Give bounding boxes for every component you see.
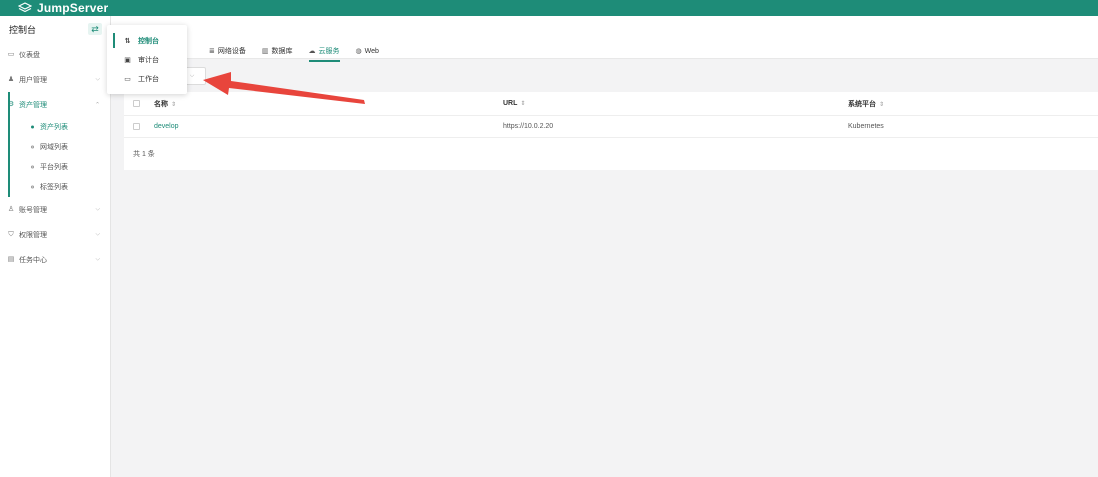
bullet-icon bbox=[31, 165, 34, 169]
submenu-item-label: 标签列表 bbox=[40, 184, 68, 191]
dropdown-item-label: 工作台 bbox=[138, 75, 159, 83]
sidebar-item-accounts[interactable]: ♙ 账号管理 ⌵ bbox=[0, 197, 110, 222]
sidebar-item-label: 资产管理 bbox=[19, 101, 47, 109]
view-switch-dropdown: ⇅ 控制台 ▣ 审计台 ▭ 工作台 bbox=[107, 25, 187, 94]
database-icon: ▥ bbox=[261, 48, 269, 55]
permission-icon: ⛉ bbox=[8, 230, 14, 238]
globe-icon: ◍ bbox=[355, 48, 362, 55]
view-switch-button[interactable]: ⇄ bbox=[88, 23, 102, 35]
sort-icon: ⇕ bbox=[879, 101, 885, 108]
column-header-label: 名称 bbox=[154, 100, 168, 108]
chevron-up-icon: ⌃ bbox=[94, 102, 100, 108]
brand-name: JumpServer bbox=[37, 1, 109, 15]
tab-network-devices[interactable]: ≣ 网络设备 bbox=[209, 42, 246, 60]
submenu-item-asset-list[interactable]: 资产列表 bbox=[0, 117, 110, 137]
tab-label: 数据库 bbox=[271, 48, 293, 55]
tab-database[interactable]: ▥ 数据库 bbox=[262, 42, 293, 60]
submenu-item-domain-list[interactable]: 网域列表 bbox=[0, 137, 110, 157]
bullet-icon bbox=[31, 145, 34, 149]
sidebar-header: 控制台 ⇄ bbox=[0, 16, 110, 42]
table-row: develop https://10.0.2.20 Kubernetes bbox=[124, 116, 1098, 138]
row-checkbox[interactable] bbox=[133, 123, 140, 130]
submenu-item-label: 网域列表 bbox=[40, 144, 68, 151]
jumpserver-logo-icon bbox=[18, 2, 32, 13]
select-all-checkbox[interactable] bbox=[133, 100, 140, 107]
sidebar-item-label: 任务中心 bbox=[19, 256, 47, 264]
sidebar-item-label: 仪表盘 bbox=[19, 51, 40, 59]
submenu-item-label-list[interactable]: 标签列表 bbox=[0, 177, 110, 197]
dropdown-item-console[interactable]: ⇅ 控制台 bbox=[107, 31, 187, 50]
submenu-item-label: 资产列表 bbox=[40, 124, 68, 131]
sidebar-item-dashboard[interactable]: ▭ 仪表盘 bbox=[0, 42, 110, 67]
sidebar-item-assets[interactable]: ⚙ 资产管理 ⌃ bbox=[0, 92, 110, 117]
tab-cloud[interactable]: ☁ 云服务 bbox=[308, 42, 340, 62]
logo[interactable]: JumpServer bbox=[18, 1, 108, 15]
dropdown-item-label: 控制台 bbox=[138, 37, 159, 45]
column-header-label: 系统平台 bbox=[848, 100, 876, 108]
asset-table: 名称 ⇕ URL ⇕ 系统平台 ⇕ develop https://10.0.2.20… bbox=[124, 92, 1098, 170]
asset-name-link[interactable]: develop bbox=[154, 123, 503, 130]
chevron-down-icon: ⌵ bbox=[95, 206, 100, 212]
sidebar-item-tasks[interactable]: ▤ 任务中心 ⌵ bbox=[0, 247, 110, 272]
dashboard-icon: ▭ bbox=[7, 50, 15, 58]
chevron-down-icon: ⌵ bbox=[95, 76, 100, 82]
submenu-item-platform-list[interactable]: 平台列表 bbox=[0, 157, 110, 177]
sidebar-item-users[interactable]: ♟ 用户管理 ⌵ bbox=[0, 67, 110, 92]
column-header-label: URL bbox=[503, 100, 518, 107]
asset-url: https://10.0.2.20 bbox=[503, 123, 554, 130]
tab-label: Web bbox=[364, 47, 379, 55]
sidebar-item-label: 账号管理 bbox=[19, 206, 47, 214]
sidebar-item-permissions[interactable]: ⛉ 权限管理 ⌵ bbox=[0, 222, 110, 247]
table-total: 共 1 条 bbox=[133, 151, 155, 158]
tab-label: 网络设备 bbox=[217, 48, 246, 55]
chevron-down-icon: ⌵ bbox=[95, 231, 100, 237]
column-header-name[interactable]: 名称 ⇕ bbox=[154, 99, 503, 109]
tab-label: 云服务 bbox=[318, 48, 340, 55]
cloud-icon: ☁ bbox=[308, 48, 316, 55]
sidebar: 控制台 ⇄ ▭ 仪表盘 ♟ 用户管理 ⌵ ⚙ 资产管理 ⌃ 资产列表 网域列表 … bbox=[0, 16, 111, 477]
accounts-icon: ♙ bbox=[7, 205, 15, 213]
dropdown-item-label: 审计台 bbox=[138, 56, 159, 64]
dropdown-item-audit[interactable]: ▣ 审计台 bbox=[107, 50, 187, 69]
audit-icon: ▣ bbox=[124, 56, 131, 64]
tab-web[interactable]: ◍ Web bbox=[356, 42, 379, 60]
column-header-url[interactable]: URL ⇕ bbox=[503, 100, 848, 107]
table-header-row: 名称 ⇕ URL ⇕ 系统平台 ⇕ bbox=[124, 92, 1098, 116]
asset-submenu: 资产列表 网域列表 平台列表 标签列表 bbox=[0, 92, 110, 197]
page-header: ≣ 网络设备 ▥ 数据库 ☁ 云服务 ◍ Web bbox=[111, 16, 1098, 62]
bullet-icon bbox=[31, 185, 34, 189]
tasks-icon: ▤ bbox=[7, 255, 15, 263]
workbench-icon: ▭ bbox=[124, 75, 131, 83]
bullet-icon bbox=[31, 125, 34, 129]
sort-icon: ⇕ bbox=[171, 101, 177, 108]
asset-platform: Kubernetes bbox=[848, 123, 884, 130]
sidebar-item-label: 权限管理 bbox=[19, 231, 47, 239]
chevron-down-icon: ⌵ bbox=[189, 72, 195, 79]
users-icon: ♟ bbox=[7, 75, 15, 83]
dropdown-item-workbench[interactable]: ▭ 工作台 bbox=[107, 69, 187, 88]
swap-icon: ⇄ bbox=[91, 23, 99, 34]
sidebar-item-label: 用户管理 bbox=[19, 76, 47, 84]
console-icon: ⇅ bbox=[124, 37, 131, 45]
top-bar: JumpServer bbox=[0, 0, 1098, 16]
asset-type-tabs: ≣ 网络设备 ▥ 数据库 ☁ 云服务 ◍ Web bbox=[209, 42, 395, 62]
sidebar-title: 控制台 bbox=[9, 24, 37, 35]
sort-icon: ⇕ bbox=[520, 101, 526, 107]
column-header-platform[interactable]: 系统平台 ⇕ bbox=[848, 99, 1098, 109]
network-icon: ≣ bbox=[209, 48, 215, 55]
chevron-down-icon: ⌵ bbox=[95, 256, 100, 262]
submenu-item-label: 平台列表 bbox=[40, 164, 68, 171]
